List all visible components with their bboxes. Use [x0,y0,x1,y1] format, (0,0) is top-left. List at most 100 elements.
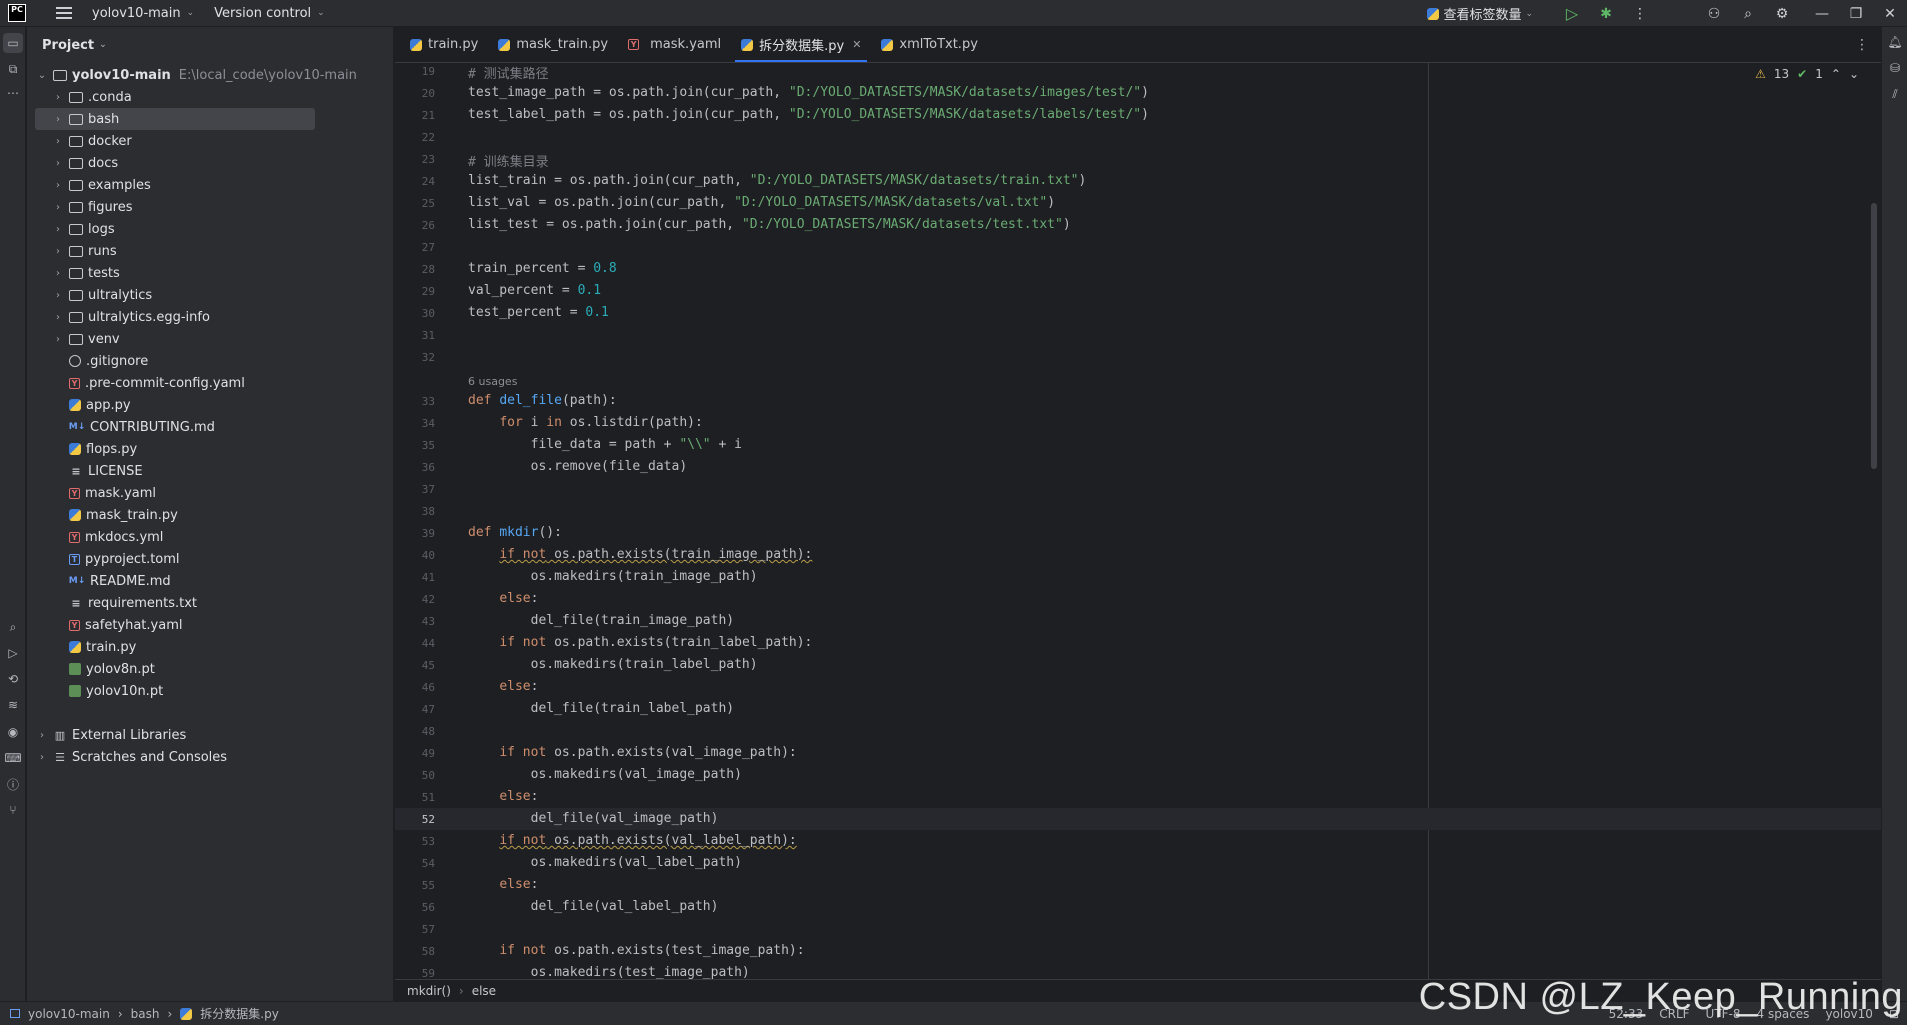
minimize-icon[interactable]: — [1805,0,1839,27]
debug-button[interactable]: ✱ [1589,0,1623,27]
code-line[interactable]: del_file(train_label_path) [468,701,735,716]
python-packages-icon[interactable]: ⟲ [3,669,23,689]
code-line[interactable]: # 训练集目录 [468,151,549,170]
services-icon[interactable]: ◉ [3,722,23,742]
run-tool-icon[interactable]: ▷ [3,643,23,663]
expand-arrow-icon[interactable]: › [51,202,65,213]
code-line[interactable]: test_label_path = os.path.join(cur_path,… [468,107,1149,122]
line-number[interactable]: 35 [395,439,435,452]
expand-arrow-icon[interactable]: › [51,92,65,103]
tree-item[interactable]: Ymkdocs.yml [35,526,163,548]
code-line[interactable]: if not os.path.exists(test_image_path): [468,943,804,958]
code-line[interactable]: def del_file(path): [468,393,617,408]
sciview-icon[interactable]: ⫽ [1886,85,1904,103]
expand-arrow-icon[interactable]: › [51,114,65,125]
line-number[interactable]: 34 [395,417,435,430]
code-line[interactable]: if not os.path.exists(train_label_path): [468,635,812,650]
line-number[interactable]: 53 [395,835,435,848]
tree-item[interactable]: › runs [35,240,117,262]
expand-arrow-icon[interactable]: › [51,246,65,257]
line-number[interactable]: 46 [395,681,435,694]
settings-icon[interactable]: ⚙ [1765,0,1799,27]
project-tool-icon[interactable]: ▭ [3,33,23,53]
expand-arrow-icon[interactable]: › [51,224,65,235]
tree-item[interactable]: › tests [35,262,120,284]
tree-item[interactable]: yolov10n.pt [35,680,163,702]
code-line[interactable]: test_percent = 0.1 [468,305,609,320]
tree-item[interactable]: Ysafetyhat.yaml [35,614,182,636]
tree-item[interactable]: › figures [35,196,133,218]
main-menu-icon[interactable] [56,7,72,19]
more-actions-icon[interactable]: ⋮ [1623,0,1657,27]
code-line[interactable]: for i in os.listdir(path): [468,415,703,430]
expand-arrow-icon[interactable]: ⌄ [35,70,49,81]
external-libraries[interactable]: › ▥ External Libraries [35,724,186,746]
line-number[interactable]: 36 [395,461,435,474]
tree-item[interactable]: .gitignore [35,350,148,372]
expand-arrow-icon[interactable]: › [51,158,65,169]
tree-item[interactable]: › docker [35,130,132,152]
code-line[interactable]: del_file(train_image_path) [468,613,735,628]
code-line[interactable]: os.makedirs(val_label_path) [468,855,742,870]
code-line[interactable]: else: [468,789,538,804]
line-number[interactable]: 37 [395,483,435,496]
vertical-scrollbar[interactable] [1871,203,1877,469]
line-number[interactable]: 39 [395,527,435,540]
search-icon[interactable]: ⌕ [1731,0,1765,27]
run-configuration-selector[interactable]: 查看标签数量 ⌄ [1427,4,1533,23]
more-tools-icon[interactable]: ⋯ [3,83,23,103]
code-line[interactable]: if not os.path.exists(train_image_path): [468,547,812,562]
line-number[interactable]: 43 [395,615,435,628]
tab-options-icon[interactable]: ⋮ [1855,37,1869,53]
code-line[interactable]: if not os.path.exists(val_image_path): [468,745,796,760]
project-switcher[interactable]: yolov10-main ⌄ [92,6,194,21]
tree-root[interactable]: ⌄ yolov10-main E:\local_code\yolov10-mai… [35,64,357,86]
line-number[interactable]: 22 [395,131,435,144]
git-icon[interactable]: ⑂ [3,800,23,820]
code-line[interactable]: os.makedirs(val_image_path) [468,767,742,782]
line-number[interactable]: 33 [395,395,435,408]
line-number[interactable]: 41 [395,571,435,584]
tree-item[interactable]: › logs [35,218,115,240]
expand-arrow-icon[interactable]: › [51,290,65,301]
tree-item[interactable]: yolov8n.pt [35,658,155,680]
inspection-widget[interactable]: ⚠ 13 ✔ 1 ⌃ ⌄ [1755,67,1859,81]
line-number[interactable]: 45 [395,659,435,672]
notifications-icon[interactable]: 🔔︎ [1886,33,1904,51]
tree-item[interactable]: M↓ CONTRIBUTING.md [35,416,215,438]
close-tab-icon[interactable]: ✕ [852,38,861,51]
code-line[interactable]: os.makedirs(train_label_path) [468,657,758,672]
tree-item[interactable]: M↓ README.md [35,570,171,592]
line-number[interactable]: 21 [395,109,435,122]
code-line[interactable]: file_data = path + "\\" + i [468,437,742,452]
tree-item[interactable]: › ultralytics [35,284,152,306]
code-line[interactable]: list_val = os.path.join(cur_path, "D:/YO… [468,195,1055,210]
code-line[interactable]: del_file(val_label_path) [468,899,719,914]
close-icon[interactable]: ✕ [1873,0,1907,27]
line-number[interactable]: 54 [395,857,435,870]
code-line[interactable]: else: [468,591,538,606]
expand-arrow-icon[interactable]: › [51,136,65,147]
line-number[interactable]: 48 [395,725,435,738]
line-number[interactable]: 23 [395,153,435,166]
database-icon[interactable]: ⛁ [1886,59,1904,77]
line-number[interactable]: 52 [395,813,435,826]
structure-tool-icon[interactable]: ⧉ [3,59,23,79]
line-number[interactable]: 28 [395,263,435,276]
line-number[interactable]: 24 [395,175,435,188]
code-line[interactable]: test_image_path = os.path.join(cur_path,… [468,85,1149,100]
status-crumb-project[interactable]: yolov10-main [28,1007,110,1021]
tree-item[interactable]: train.py [35,636,136,658]
run-button[interactable]: ▷ [1555,0,1589,27]
tree-item[interactable]: Ymask.yaml [35,482,156,504]
project-panel-header[interactable]: Project ⌄ [27,27,393,63]
tree-item[interactable]: Tpyproject.toml [35,548,180,570]
terminal-icon[interactable]: ⌨ [3,748,23,768]
code-line[interactable]: else: [468,679,538,694]
line-number[interactable]: 47 [395,703,435,716]
scratches-and-consoles[interactable]: › ☰ Scratches and Consoles [35,746,227,768]
line-number[interactable]: 32 [395,351,435,364]
status-crumb-file[interactable]: 拆分数据集.py [200,1005,279,1022]
tree-item[interactable]: mask_train.py [35,504,178,526]
tree-item[interactable]: Y .pre-commit-config.yaml [35,372,245,394]
